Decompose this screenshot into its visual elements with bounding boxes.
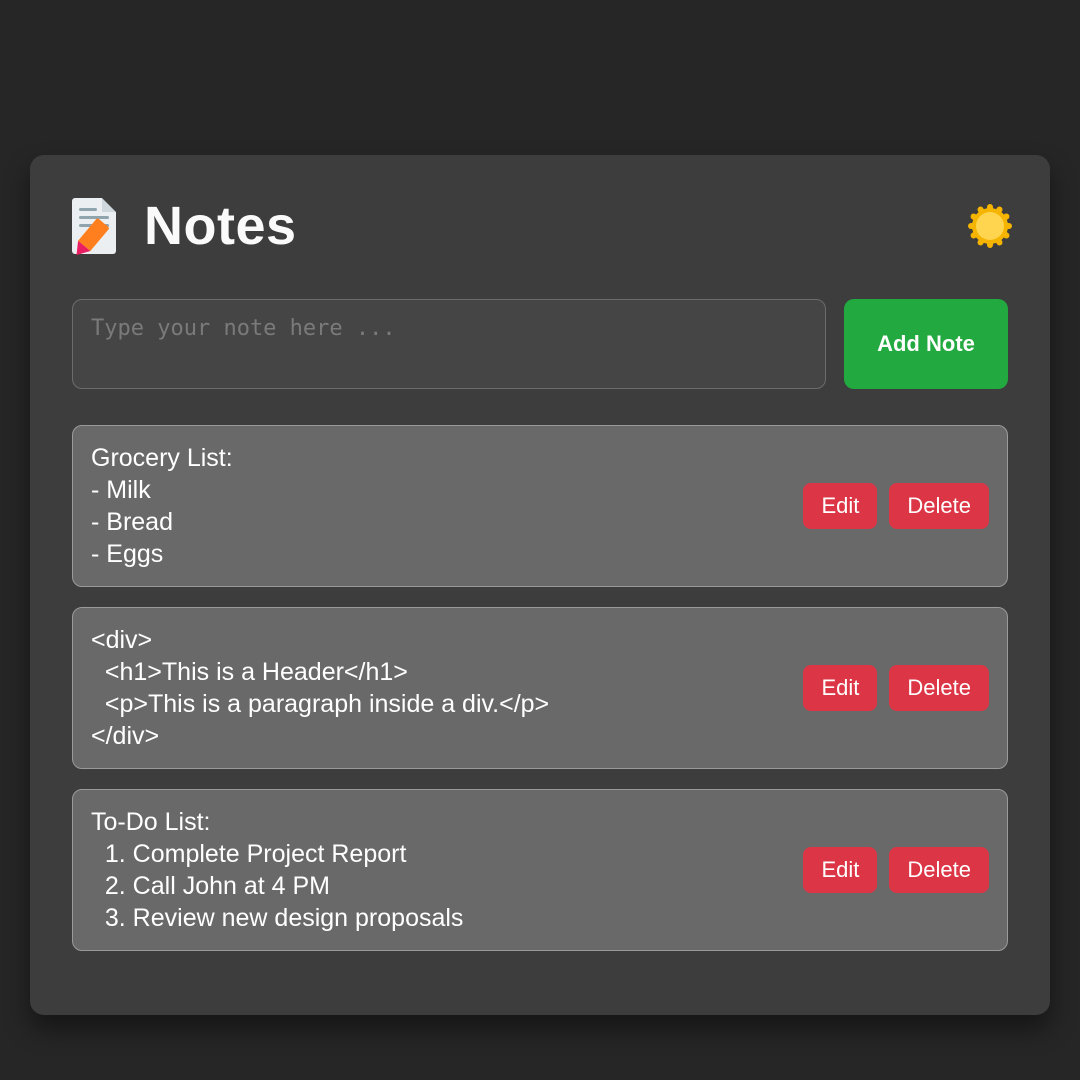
note-text: <div> <h1>This is a Header</h1> <p>This …: [91, 624, 787, 752]
notes-list: Grocery List: - Milk - Bread - Eggs Edit D…: [72, 425, 1008, 951]
edit-button[interactable]: Edit: [803, 483, 877, 529]
note-actions: Edit Delete: [803, 665, 989, 711]
page-title: Notes: [144, 195, 297, 257]
note-card: <div> <h1>This is a Header</h1> <p>This …: [72, 607, 1008, 769]
delete-button[interactable]: Delete: [889, 847, 989, 893]
note-card: To-Do List: 1. Complete Project Report 2…: [72, 789, 1008, 951]
note-actions: Edit Delete: [803, 847, 989, 893]
note-text: To-Do List: 1. Complete Project Report 2…: [91, 806, 787, 934]
add-note-button[interactable]: Add Note: [844, 299, 1008, 389]
note-pencil-icon: [72, 198, 120, 254]
delete-button[interactable]: Delete: [889, 665, 989, 711]
sun-icon: [972, 208, 1008, 244]
note-actions: Edit Delete: [803, 483, 989, 529]
edit-button[interactable]: Edit: [803, 847, 877, 893]
delete-button[interactable]: Delete: [889, 483, 989, 529]
edit-button[interactable]: Edit: [803, 665, 877, 711]
note-input[interactable]: [72, 299, 826, 389]
theme-toggle[interactable]: [972, 208, 1008, 244]
notes-panel: Notes Add Note Grocery List: - Milk - Br…: [30, 155, 1050, 1015]
title-wrap: Notes: [72, 195, 297, 257]
input-row: Add Note: [72, 299, 1008, 389]
note-card: Grocery List: - Milk - Bread - Eggs Edit D…: [72, 425, 1008, 587]
note-text: Grocery List: - Milk - Bread - Eggs: [91, 442, 787, 570]
header: Notes: [72, 195, 1008, 257]
